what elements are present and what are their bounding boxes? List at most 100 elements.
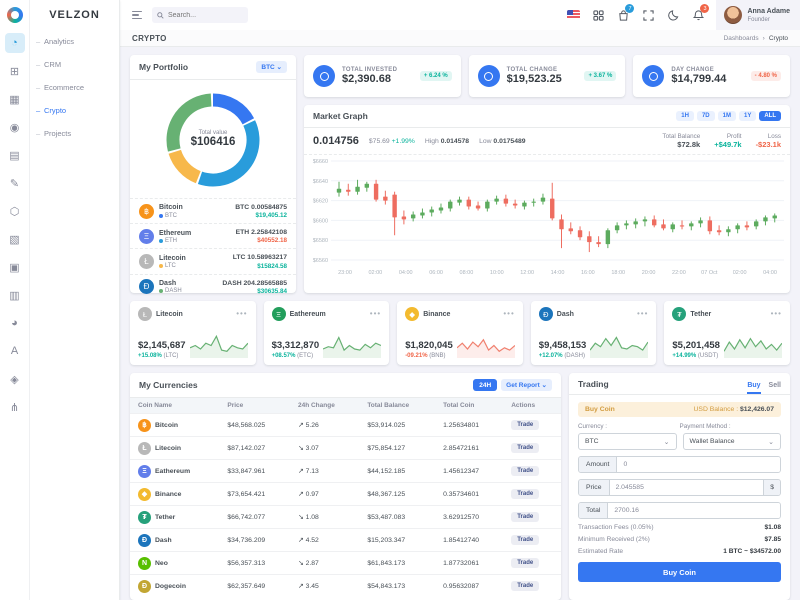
notifications-bell-icon[interactable]: 3	[691, 4, 710, 22]
svg-text:$6620: $6620	[313, 199, 328, 205]
trade-button[interactable]: Trade	[511, 558, 540, 568]
currency-select[interactable]: BTC ⌄	[578, 433, 677, 450]
svg-text:18:00: 18:00	[611, 270, 625, 276]
brand-name[interactable]: VELZON	[30, 0, 119, 30]
total-label: Total	[579, 503, 609, 518]
asset-amount: LTC 10.58963217	[232, 254, 287, 262]
coin-card-tether[interactable]: ₮ Tether ••• $5,201,458 +14.99% (USDT)	[664, 301, 790, 365]
portfolio-donut-chart: Total value $106416	[130, 80, 296, 198]
dashboards-icon[interactable]: ◔	[4, 33, 25, 53]
sidebar-item-crm[interactable]: CRM	[30, 53, 119, 76]
range-button-1h[interactable]: 1H	[676, 111, 694, 121]
multi-level-icon[interactable]: ⋔	[5, 397, 25, 417]
trade-button[interactable]: Trade	[511, 489, 540, 499]
breadcrumb-parent[interactable]: Dashboards	[724, 35, 759, 42]
more-options-icon[interactable]: •••	[771, 310, 782, 319]
currencies-title: My Currencies	[139, 380, 198, 390]
forms-icon[interactable]: ▣	[5, 257, 25, 277]
user-menu[interactable]: Anna Adame Founder	[716, 0, 800, 30]
coin-card-litecoin[interactable]: Ł Litecoin ••• $2,145,687 +15.08% (LTC)	[130, 301, 256, 365]
sidebar: VELZON AnalyticsCRMEcommerceCryptoProjec…	[30, 0, 120, 600]
dash-icon: Đ	[538, 307, 553, 321]
bitcoin-icon: ฿	[139, 203, 154, 219]
apps-grid-icon[interactable]	[591, 8, 605, 22]
balance-cell: $48,367.125	[359, 482, 436, 506]
get-report-dropdown[interactable]: Get Report ⌄	[501, 379, 552, 391]
apps-icon[interactable]: ⊞	[5, 61, 25, 81]
coin-card-dash[interactable]: Đ Dash ••• $9,458,153 +12.07% (DASH)	[530, 301, 657, 365]
asset-value: $40552.18	[257, 237, 287, 245]
more-options-icon[interactable]: •••	[637, 310, 648, 319]
portfolio-asset-eth[interactable]: Ξ Ethereum ETH ETH 2.25842108 $40552.18	[130, 223, 296, 248]
total-input[interactable]	[608, 503, 780, 518]
layouts-icon[interactable]: ▦	[5, 89, 25, 109]
payment-method-select[interactable]: Wallet Balance ⌄	[682, 433, 781, 450]
coin-card-binance[interactable]: ◆ Binance ••• $1,820,045 -09.21% (BNB)	[397, 301, 523, 365]
trade-button[interactable]: Trade	[511, 420, 540, 430]
total-input-group: Total	[578, 502, 781, 519]
range-button-all[interactable]: ALL	[759, 111, 781, 121]
widgets-icon[interactable]: ▧	[5, 229, 25, 249]
loss: Loss -$23.1k	[755, 133, 781, 149]
sidebar-item-ecommerce[interactable]: Ecommerce	[30, 76, 119, 99]
trade-button[interactable]: Trade	[511, 466, 540, 476]
sidebar-item-crypto[interactable]: Crypto	[30, 99, 119, 122]
portfolio-asset-dash[interactable]: Đ Dash DASH DASH 204.28565885 $30635.84	[130, 273, 296, 299]
portfolio-currency-dropdown[interactable]: BTC ⌄	[256, 61, 287, 73]
trade-button[interactable]: Trade	[511, 535, 540, 545]
charts-icon[interactable]: ◕	[5, 313, 25, 333]
search-input[interactable]	[168, 11, 238, 19]
balance-cell: $54,843.173	[359, 574, 436, 597]
change-cell: ↗ 4.52	[289, 528, 360, 552]
authentication-icon[interactable]: ◉	[5, 117, 25, 137]
tab-buy[interactable]: Buy	[747, 382, 761, 394]
range-button-1y[interactable]: 1Y	[738, 111, 757, 121]
price-input[interactable]	[609, 480, 764, 495]
sidebar-item-projects[interactable]: Projects	[30, 122, 119, 145]
hamburger-menu-icon[interactable]	[132, 10, 142, 20]
coin-change: +14.99% (USDT)	[672, 353, 719, 359]
column-header: 24h Change	[289, 398, 360, 414]
24h-button[interactable]: 24H	[473, 379, 498, 391]
sidebar-item-analytics[interactable]: Analytics	[30, 30, 119, 53]
components-icon[interactable]: ⬡	[5, 201, 25, 221]
trade-button[interactable]: Trade	[511, 443, 540, 453]
range-button-1m[interactable]: 1M	[717, 111, 736, 121]
tether-icon: ₮	[672, 307, 687, 321]
trade-button[interactable]: Trade	[511, 581, 540, 591]
landing-icon[interactable]: ✎	[5, 173, 25, 193]
search-box[interactable]	[152, 7, 248, 23]
fullscreen-icon[interactable]	[641, 8, 655, 22]
dark-mode-icon[interactable]	[666, 8, 680, 22]
change-cell: ↘ 3.07	[289, 436, 360, 460]
buy-coin-button[interactable]: Buy Coin	[578, 562, 781, 582]
coin-card-eathereum[interactable]: Ξ Eathereum ••• $3,312,870 +08.57% (ETC)	[263, 301, 390, 365]
more-options-icon[interactable]: •••	[370, 310, 381, 319]
maps-icon[interactable]: ◈	[5, 369, 25, 389]
trade-button[interactable]: Trade	[511, 512, 540, 522]
amount-input[interactable]	[617, 457, 780, 472]
cart-icon[interactable]: 7	[616, 4, 635, 22]
candlestick-chart: $6660 $6640 $6620 $6600 $6580 $6560 23:00 02:00…	[313, 159, 784, 276]
table-row-dogecoin: Ð Dogecoin $62,357.649 ↗ 3.45 $54,843.173 0.9…	[130, 574, 561, 597]
sparkline-chart	[456, 338, 515, 358]
asset-symbol: LTC	[159, 263, 186, 269]
tab-sell[interactable]: Sell	[769, 382, 781, 394]
litecoin-icon: Ł	[138, 441, 151, 455]
usd-balance-alert: Buy Coin USD Balance : $12,426.07	[578, 402, 781, 417]
svg-text:$6580: $6580	[313, 238, 328, 244]
pages-icon[interactable]: ▤	[5, 145, 25, 165]
tables-icon[interactable]: ▥	[5, 285, 25, 305]
portfolio-asset-btc[interactable]: ฿ Bitcoin BTC BTC 0.00584875 $19,405.12	[130, 198, 296, 223]
more-options-icon[interactable]: •••	[503, 310, 514, 319]
ethereum-icon: Ξ	[139, 228, 154, 244]
range-button-7d[interactable]: 7D	[696, 111, 715, 121]
asset-amount: ETH 2.25842108	[235, 229, 287, 237]
change-cell: ↘ 1.08	[289, 505, 360, 529]
icons-icon[interactable]: A	[5, 341, 25, 361]
velzon-logo-icon[interactable]	[6, 7, 23, 23]
portfolio-asset-ltc[interactable]: Ł Litecoin LTC LTC 10.58963217 $15824.58	[130, 248, 296, 273]
coin-name: Dash	[556, 310, 574, 318]
language-flag-icon[interactable]	[566, 8, 580, 22]
more-options-icon[interactable]: •••	[236, 310, 247, 319]
